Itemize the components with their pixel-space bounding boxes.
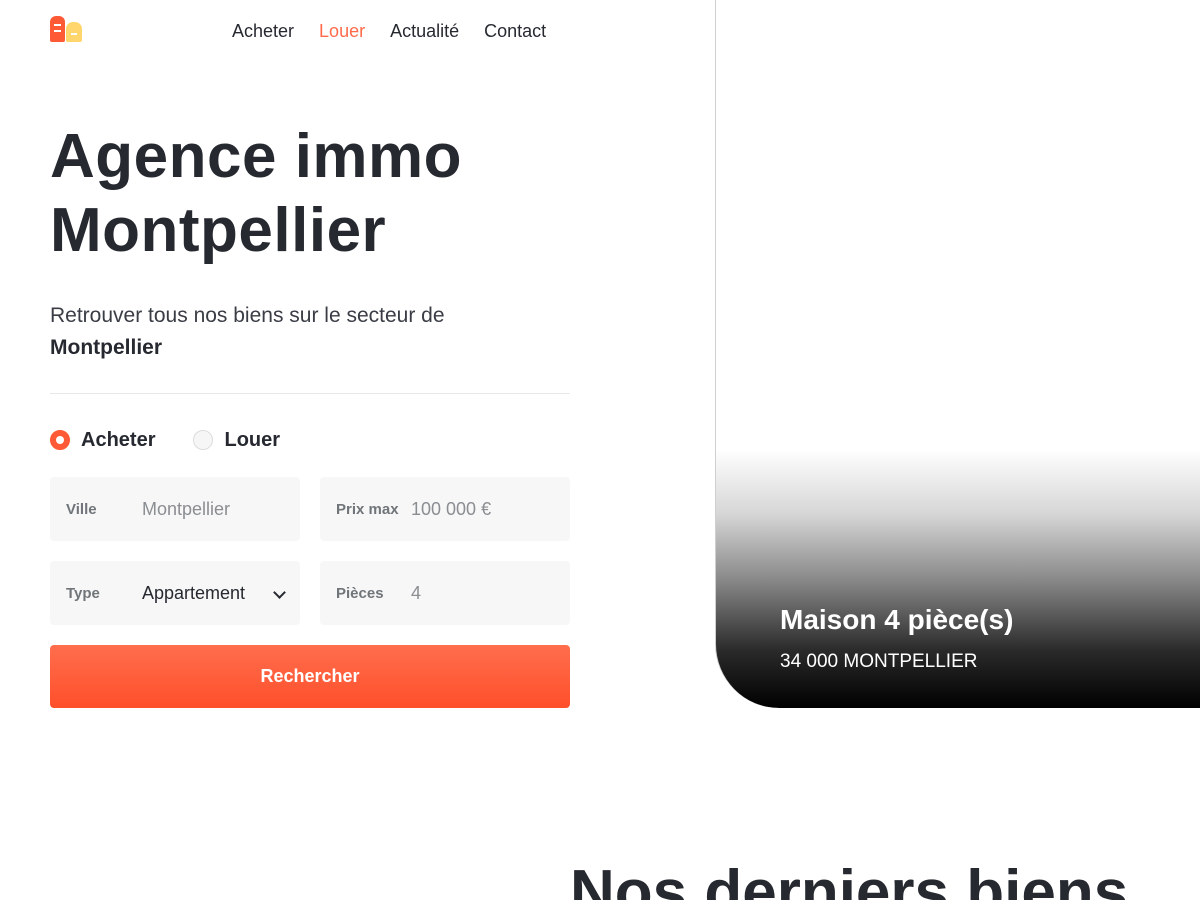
- main-nav: Acheter Louer Actualité Contact: [232, 20, 546, 42]
- type-select[interactable]: Type Appartement: [50, 561, 300, 625]
- chevron-down-icon[interactable]: [273, 586, 286, 599]
- nav-item-louer[interactable]: Louer: [319, 20, 365, 42]
- page-title-line-2: Montpellier: [50, 196, 387, 265]
- divider: [50, 393, 570, 394]
- radio-unchecked-icon: [193, 430, 214, 450]
- pieces-label: Pièces: [336, 584, 384, 602]
- pieces-field[interactable]: Pièces 4: [320, 561, 570, 625]
- page-title: Agence immo Montpellier: [50, 120, 462, 268]
- featured-property-location: 34 000 MONTPELLIER: [780, 651, 978, 672]
- type-value[interactable]: Appartement: [142, 583, 245, 604]
- ville-field[interactable]: Ville Montpellier: [50, 477, 300, 541]
- hero-subtitle: Retrouver tous nos biens sur le secteur …: [50, 300, 570, 364]
- nav-item-acheter[interactable]: Acheter: [232, 20, 294, 42]
- radio-checked-icon: [50, 430, 70, 450]
- radio-louer[interactable]: Louer: [193, 428, 280, 452]
- ville-label: Ville: [66, 500, 97, 518]
- nav-item-contact[interactable]: Contact: [484, 20, 546, 42]
- prix-max-label: Prix max: [336, 500, 399, 518]
- pieces-value[interactable]: 4: [411, 583, 421, 604]
- featured-property-title: Maison 4 pièce(s): [780, 604, 1014, 635]
- ville-value[interactable]: Montpellier: [142, 499, 230, 520]
- transaction-type-radios: Acheter Louer: [50, 428, 280, 452]
- nav-item-actualite[interactable]: Actualité: [390, 20, 459, 42]
- house-logo-icon[interactable]: [50, 16, 84, 42]
- prix-max-field[interactable]: Prix max 100 000 €: [320, 477, 570, 541]
- radio-acheter[interactable]: Acheter: [50, 428, 155, 452]
- search-button[interactable]: Rechercher: [50, 645, 570, 708]
- radio-acheter-label: Acheter: [81, 429, 156, 451]
- section-title: Nos derniers biens: [570, 858, 1129, 900]
- type-label: Type: [66, 584, 100, 602]
- prix-max-value[interactable]: 100 000 €: [411, 499, 491, 520]
- hero-subtitle-city: Montpellier: [50, 336, 163, 359]
- page-title-line-1: Agence immo: [50, 122, 463, 191]
- featured-property-card[interactable]: Maison 4 pièce(s) 34 000 MONTPELLIER: [715, 0, 1200, 708]
- radio-louer-label: Louer: [224, 429, 281, 451]
- hero-subtitle-text: Retrouver tous nos biens sur le secteur …: [50, 304, 445, 327]
